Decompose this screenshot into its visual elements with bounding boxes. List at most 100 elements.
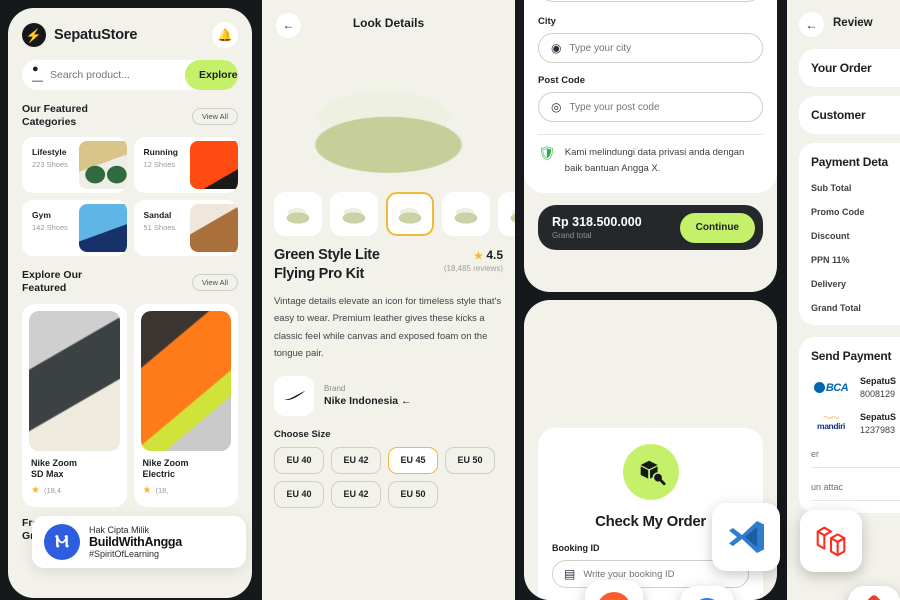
brand-row[interactable]: Brand Nike Indonesia ← [274,375,503,416]
phone-look-details: ← Look Details Green Style Lite Flying P… [262,0,515,600]
bca-badge: BCA [813,381,849,394]
payment-row-discount: Discount [811,231,850,241]
previous-field-partial[interactable] [538,0,763,2]
product-name-line-1: Nike Zoom [142,457,189,468]
bca-logo-icon: BCA [811,381,851,394]
desktop-stage: ⚡ SepatuStore 🔔 ●— Explore Our Featured … [0,0,900,600]
bca-account-name: SepatuS [860,376,897,386]
gym-shoe-image [78,204,127,253]
sandal-shoe-image [190,204,238,253]
swoosh-shape [283,391,306,401]
size-option-eu45-selected[interactable]: EU 45 [388,446,438,474]
thumbnail-2[interactable] [330,192,378,236]
thumbnail-5[interactable] [498,192,515,236]
size-option-eu50-b[interactable]: EU 50 [388,480,438,508]
size-option-eu50-a[interactable]: EU 50 [445,446,495,474]
address-card: City ◉ Post Code ◎ 🛡 Kami melindungi dat… [524,0,777,194]
product-title-row: Green Style Lite Flying Pro Kit ★ 4.5 (1… [274,246,503,284]
home-header: ⚡ SepatuStore 🔔 [8,8,252,48]
rating-value-row: ★ 4.5 [444,248,503,262]
vscode-icon[interactable] [712,503,780,571]
your-order-card[interactable]: Your Order [799,49,900,87]
store-logo-icon: ⚡ [22,23,46,47]
choose-size-title: Choose Size [274,428,331,440]
package-shape [640,460,666,486]
search-input[interactable] [50,69,185,81]
size-option-eu42-b[interactable]: EU 42 [331,480,381,508]
product-hero-image [274,44,503,184]
category-card-lifestyle[interactable]: Lifestyle 223 Shoes [22,137,127,194]
lifestyle-shoe-image [78,141,127,190]
truck-icon: ▤ [564,567,576,581]
product-card[interactable]: Nike Zoom SD Max ★ (18,4 [22,303,127,507]
city-input[interactable] [569,42,750,54]
product-title: Green Style Lite Flying Pro Kit [274,246,380,284]
product-image [140,310,231,451]
orange-app-icon[interactable] [585,580,643,600]
thumbnail-1[interactable] [274,192,322,236]
notification-bell-icon[interactable]: 🔔 [212,22,238,48]
category-card-sandal[interactable]: Sandal 51 Shoes [133,200,238,257]
view-all-featured-button[interactable]: View All [191,273,238,291]
review-count: (18,485 reviews) [443,264,503,273]
red-app-icon[interactable] [848,586,900,600]
view-all-categories-button[interactable]: View All [191,107,238,125]
mandiri-account-number: 1237983 [860,425,896,435]
size-option-eu40-a[interactable]: EU 40 [274,446,324,474]
laravel-icon[interactable] [800,510,862,572]
attachment-note: un attac [811,482,844,492]
product-reviews: (18, [155,486,169,495]
blue-app-icon[interactable] [680,586,734,600]
your-order-title: Your Order [811,61,872,75]
map-pin-icon: ◎ [551,100,562,114]
categories-grid: Lifestyle 223 Shoes Running 12 Shoes Gym… [22,137,238,257]
thumbnail-4[interactable] [442,192,490,236]
mandiri-logo-icon: 〜〜 mandiri [811,413,851,432]
city-field[interactable]: ◉ [538,33,763,63]
search-icon: ●— [32,63,43,87]
explore-button[interactable]: Explore [185,60,238,90]
size-option-eu40-b[interactable]: EU 40 [274,480,324,508]
privacy-text: Kami melindungi data privasi anda dengan… [564,147,745,175]
laravel-logo-shape [816,526,846,557]
watermark-line-2: BuildWithAngga [89,535,182,549]
continue-button[interactable]: Continue [679,212,755,243]
product-reviews: (18,4 [43,486,62,495]
bank-row-mandiri[interactable]: 〜〜 mandiri SepatuS 1237983 [811,412,900,435]
store-name: SepatuStore [54,27,138,43]
booking-id-input[interactable] [583,568,737,580]
send-payment-title: Send Payment [811,349,892,363]
product-card[interactable]: Nike Zoom Electric ★ (18, [133,303,238,507]
payment-row-sub-total: Sub Total [811,183,852,193]
back-button[interactable]: ← [276,12,301,38]
explore-featured-header: Explore Our Featured View All [22,269,238,295]
bca-text: BCA [825,381,849,394]
post-code-field[interactable]: ◎ [538,92,763,122]
privacy-notice: 🛡 Kami melindungi data privasi anda deng… [538,145,763,177]
customer-title: Customer [811,108,866,122]
payment-row-promo-code: Promo Code [811,207,865,217]
star-icon: ★ [31,485,40,496]
category-card-running[interactable]: Running 12 Shoes [133,137,238,194]
customer-card[interactable]: Customer [799,96,900,134]
post-code-input[interactable] [569,101,750,113]
mandiri-account-name: SepatuS [860,412,897,422]
phone-home-screen: ⚡ SepatuStore 🔔 ●— Explore Our Featured … [8,8,252,598]
shield-check-icon: 🛡 [538,145,556,161]
payment-details-card: Payment Deta Sub Total Promo Code Discou… [799,143,900,325]
brand: ⚡ SepatuStore [22,23,137,47]
rating-block: ★ 4.5 (18,485 reviews) [444,246,503,273]
thumbnail-3-selected[interactable] [386,192,434,236]
mandiri-text: mandiri [817,421,845,432]
featured-products-grid: Nike Zoom SD Max ★ (18,4 Nike Zoom Elect… [22,303,238,507]
watermark-line-1: Hak Cipta Milik [89,525,150,535]
size-option-eu42-a[interactable]: EU 42 [331,446,381,474]
featured-categories-header: Our Featured Categories View All [22,103,238,129]
package-search-icon [622,444,679,500]
post-code-label: Post Code [538,75,585,86]
brand-label: Brand [324,384,346,394]
bank-row-bca[interactable]: BCA SepatuS 8008129 [811,376,900,399]
category-card-gym[interactable]: Gym 142 Shoes [22,200,127,257]
back-button[interactable]: ← [799,12,824,37]
page-title: Review [833,17,873,29]
